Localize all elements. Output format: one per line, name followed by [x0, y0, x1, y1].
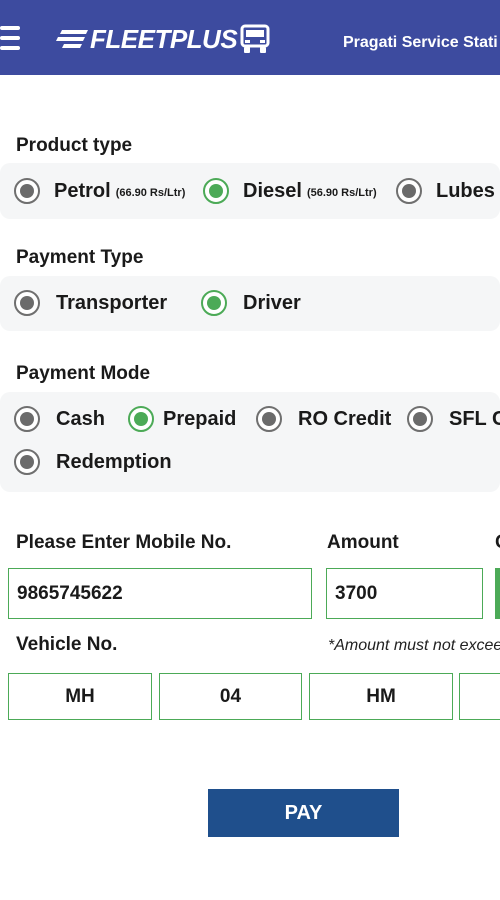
radio-diesel[interactable] — [203, 178, 229, 204]
mode-option-ro-credit[interactable]: RO Credit — [256, 406, 391, 432]
option-rate: (66.90 Rs/Ltr) — [115, 187, 186, 199]
product-option-lubes[interactable]: Lubes (5 — [396, 178, 500, 204]
product-type-options: Petrol (66.90 Rs/Ltr) Diesel (56.90 Rs/L… — [0, 163, 500, 219]
app-header: FLEETPLUS Pragati Service Stati — [0, 0, 500, 75]
option-rate: (56.90 Rs/Ltr) — [306, 187, 377, 199]
station-name: Pragati Service Stati — [343, 34, 498, 51]
mobile-label: Please Enter Mobile No. — [16, 532, 232, 553]
mode-option-cash[interactable]: Cash — [14, 406, 105, 432]
radio-ro-credit[interactable] — [256, 406, 282, 432]
third-field-label: C — [495, 532, 500, 554]
option-label: SFL C — [449, 407, 500, 430]
amount-input[interactable] — [326, 568, 483, 619]
option-label: Lubes — [436, 179, 495, 202]
payment-mode-title: Payment Mode — [16, 363, 151, 384]
logo-text: FLEETPLUS — [90, 23, 238, 54]
speed-lines-icon — [56, 30, 88, 48]
product-type-title: Product type — [16, 135, 133, 156]
menu-icon[interactable] — [0, 26, 20, 52]
payment-option-transporter[interactable]: Transporter — [14, 290, 167, 316]
third-field-box[interactable] — [495, 568, 500, 619]
amount-note: *Amount must not excee — [328, 637, 500, 654]
option-label: Diesel — [243, 179, 302, 202]
vehicle-label: Vehicle No. — [16, 634, 118, 655]
radio-petrol[interactable] — [14, 178, 40, 204]
option-label: Prepaid — [163, 407, 237, 430]
option-label: Driver — [243, 291, 301, 314]
radio-lubes[interactable] — [396, 178, 422, 204]
fleetplus-logo: FLEETPLUS — [56, 22, 272, 56]
radio-driver[interactable] — [201, 290, 227, 316]
option-label: Transporter — [56, 291, 168, 314]
option-label: Redemption — [56, 450, 172, 473]
vehicle-state-input[interactable]: MH — [8, 673, 152, 720]
vehicle-series-input[interactable]: HM — [309, 673, 453, 720]
amount-label: Amount — [327, 532, 399, 553]
pay-button[interactable]: PAY — [208, 789, 399, 837]
radio-sfl-credit[interactable] — [407, 406, 433, 432]
radio-cash[interactable] — [14, 406, 40, 432]
radio-prepaid[interactable] — [128, 406, 154, 432]
mode-option-sfl-credit[interactable]: SFL C — [407, 406, 500, 432]
mobile-input[interactable] — [8, 568, 312, 619]
option-label: Petrol — [54, 179, 111, 202]
option-label: RO Credit — [298, 407, 392, 430]
mode-option-redemption[interactable]: Redemption — [14, 449, 172, 475]
vehicle-number-input[interactable] — [459, 673, 500, 720]
payment-option-driver[interactable]: Driver — [201, 290, 301, 316]
payment-type-options: Transporter Driver — [0, 276, 500, 331]
radio-transporter[interactable] — [14, 290, 40, 316]
truck-icon — [240, 24, 270, 53]
product-option-petrol[interactable]: Petrol (66.90 Rs/Ltr) — [14, 178, 185, 204]
payment-mode-options: Cash Prepaid RO Credit SFL C Redemption — [0, 392, 500, 492]
vehicle-district-input[interactable]: 04 — [159, 673, 302, 720]
option-label: Cash — [56, 407, 105, 430]
product-option-diesel[interactable]: Diesel (56.90 Rs/Ltr) — [203, 178, 377, 204]
payment-type-title: Payment Type — [16, 247, 144, 268]
mode-option-prepaid[interactable]: Prepaid — [128, 406, 236, 432]
radio-redemption[interactable] — [14, 449, 40, 475]
